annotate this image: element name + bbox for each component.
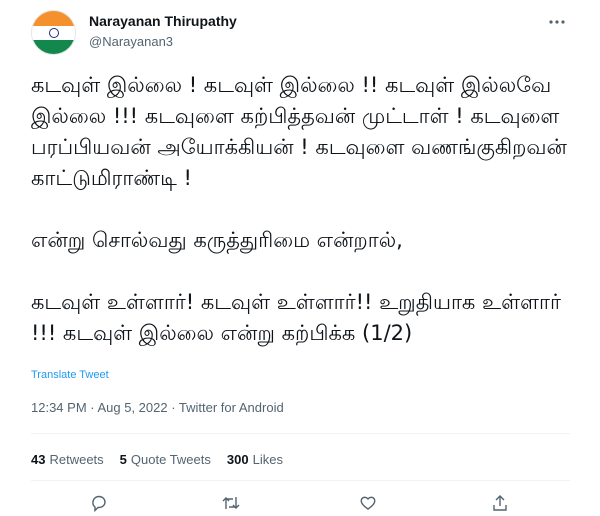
- flag-wheel-icon: [48, 27, 59, 38]
- more-options-icon[interactable]: [545, 10, 569, 34]
- divider: [31, 480, 570, 481]
- action-bar: [0, 494, 600, 514]
- tweet-text: கடவுள் இல்லை ! கடவுள் இல்லை !! கடவுள் இல…: [31, 70, 576, 349]
- likes-label: Likes: [252, 452, 283, 467]
- retweet-glyph: [222, 497, 240, 509]
- tweet-paragraph-3: கடவுள் உள்ளார்! கடவுள் உள்ளார்!! உறுதியா…: [31, 290, 561, 345]
- flag-saffron-band: [32, 11, 75, 26]
- retweet-icon[interactable]: [220, 494, 242, 516]
- reply-glyph: [92, 495, 106, 512]
- retweets-count: 43: [31, 452, 46, 467]
- like-icon[interactable]: [357, 494, 379, 516]
- tweet-timestamp[interactable]: 12:34 PM · Aug 5, 2022 · Twitter for And…: [31, 400, 284, 415]
- translate-tweet-link[interactable]: Translate Tweet: [31, 369, 109, 381]
- divider: [31, 433, 570, 434]
- likes-count: 300: [226, 452, 249, 467]
- retweets-label: Retweets: [49, 452, 104, 467]
- tweet-card: Narayanan Thirupathy @Narayanan3 கடவுள் …: [0, 0, 600, 512]
- share-glyph: [493, 495, 507, 511]
- tweet-paragraph-2: என்று சொல்வது கருத்துரிமை என்றால்,: [31, 228, 403, 252]
- tweet-stats: 43 Retweets 5 Quote Tweets 300 Likes: [31, 452, 283, 468]
- retweets-stat[interactable]: 43 Retweets: [31, 452, 104, 468]
- quote-tweets-stat[interactable]: 5 Quote Tweets: [120, 452, 211, 468]
- more-options-glyph: [549, 20, 565, 24]
- display-name[interactable]: Narayanan Thirupathy: [89, 13, 237, 29]
- like-glyph: [360, 496, 376, 510]
- quote-tweets-label: Quote Tweets: [130, 452, 211, 467]
- tweet-paragraph-1: கடவுள் இல்லை ! கடவுள் இல்லை !! கடவுள் இல…: [31, 73, 567, 190]
- flag-green-band: [32, 39, 75, 54]
- reply-icon[interactable]: [88, 494, 110, 516]
- user-handle[interactable]: @Narayanan3: [89, 34, 173, 49]
- share-icon[interactable]: [489, 494, 511, 516]
- quote-tweets-count: 5: [119, 452, 127, 467]
- likes-stat[interactable]: 300 Likes: [227, 452, 283, 468]
- avatar[interactable]: [31, 10, 76, 55]
